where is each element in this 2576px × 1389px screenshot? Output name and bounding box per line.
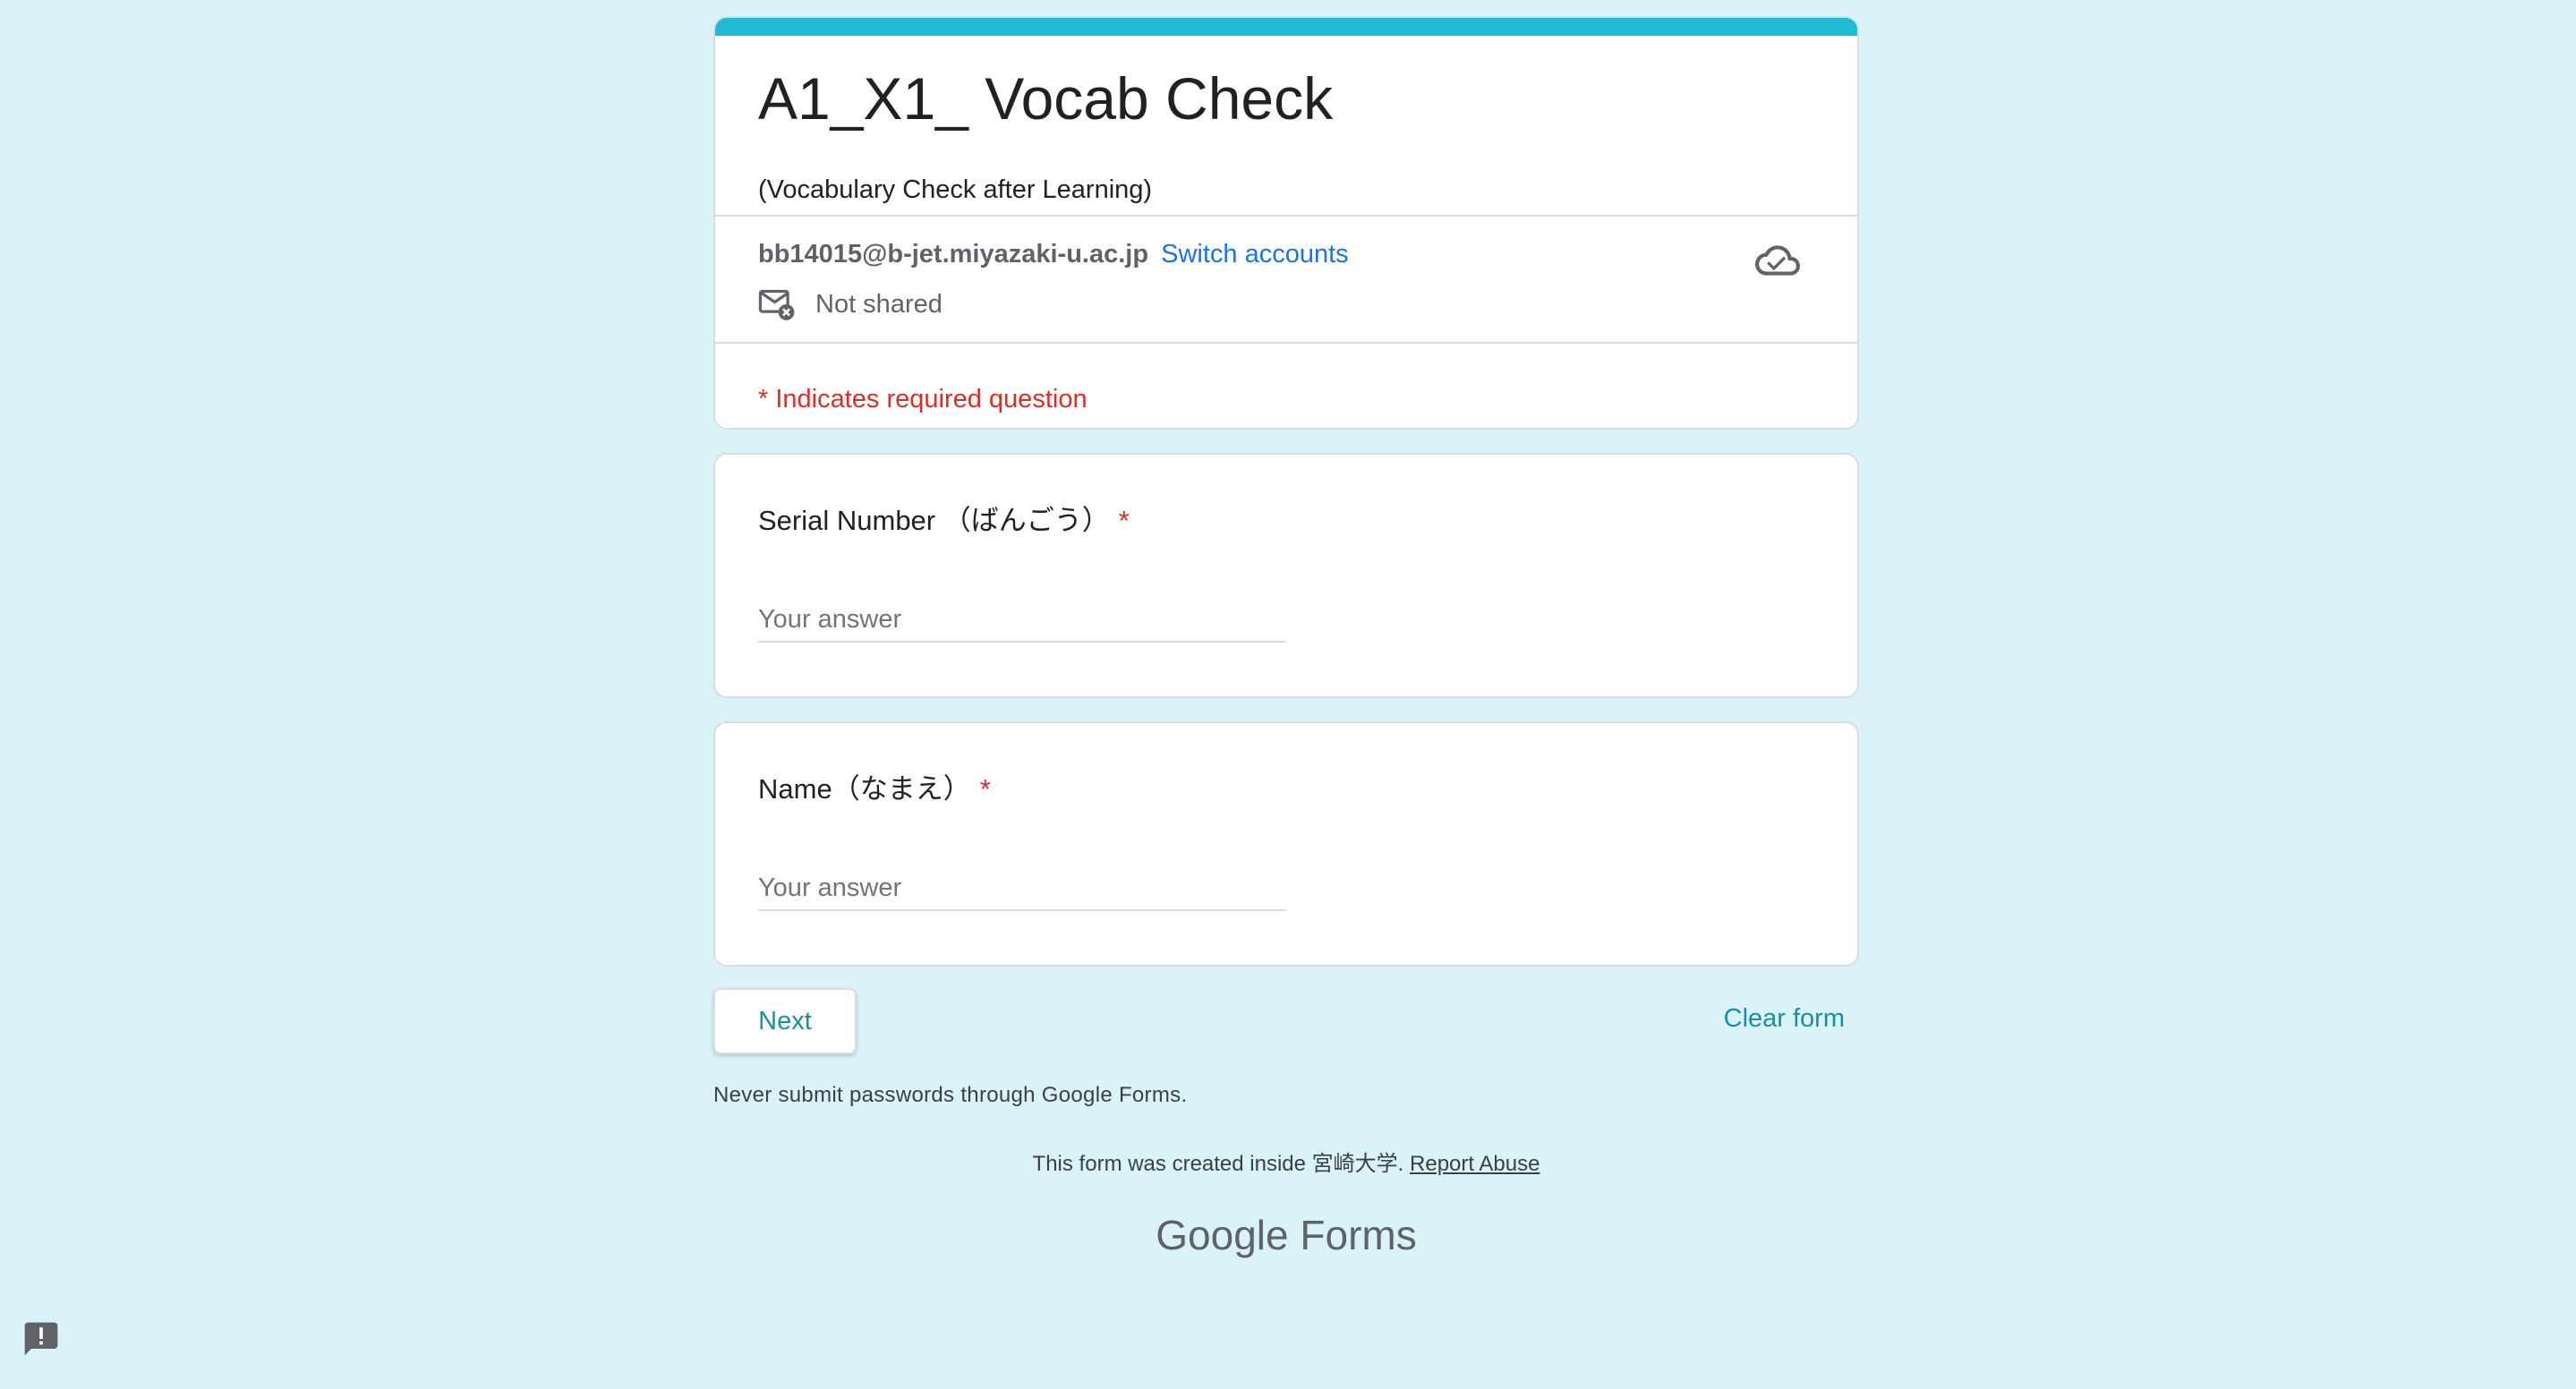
created-inside-note: This form was created inside 宮崎大学. Repor…	[713, 1146, 1859, 1177]
form-title: A1_X1_ Vocab Check	[758, 65, 1334, 132]
form-page: A1_X1_ Vocab Check (Vocabulary Check aft…	[713, 16, 1859, 1259]
question-card-serial-number: Serial Number （ばんごう） *	[713, 453, 1859, 698]
form-description: (Vocabulary Check after Learning)	[758, 175, 1153, 204]
question-card-name: Name（なまえ） *	[713, 721, 1859, 967]
form-header-card: A1_X1_ Vocab Check (Vocabulary Check aft…	[713, 16, 1859, 430]
not-shared-row: Not shared	[758, 285, 943, 324]
account-row: bb14015@b-jet.miyazaki-u.ac.jp Switch ac…	[758, 236, 1349, 272]
feedback-icon[interactable]	[21, 1319, 61, 1359]
required-asterisk: *	[979, 773, 991, 805]
mail-not-shared-icon	[758, 289, 795, 320]
name-input[interactable]	[758, 866, 1286, 911]
not-shared-label: Not shared	[815, 289, 943, 319]
accent-bar	[715, 18, 1857, 36]
next-button[interactable]: Next	[713, 988, 857, 1054]
account-email: bb14015@b-jet.miyazaki-u.ac.jp	[758, 240, 1149, 268]
password-warning: Never submit passwords through Google Fo…	[713, 1083, 1188, 1107]
required-note: * Indicates required question	[758, 385, 1088, 413]
serial-number-input[interactable]	[758, 598, 1286, 643]
cloud-check-icon[interactable]	[1755, 238, 1800, 283]
logo-google-text: Google	[1156, 1212, 1289, 1258]
clear-form-button[interactable]: Clear form	[1724, 1004, 1845, 1034]
google-forms-logo[interactable]: Google Forms	[713, 1211, 1859, 1259]
required-asterisk: *	[1118, 505, 1130, 536]
question-title: Name（なまえ） *	[758, 770, 991, 809]
question-label-text: Serial Number （ばんごう）	[758, 505, 1110, 536]
question-title: Serial Number （ばんごう） *	[758, 501, 1130, 541]
header-divider-top	[715, 215, 1857, 217]
created-inside-text: This form was created inside 宮崎大学.	[1032, 1152, 1404, 1176]
report-abuse-link[interactable]: Report Abuse	[1410, 1152, 1540, 1176]
switch-accounts-link[interactable]: Switch accounts	[1161, 240, 1349, 268]
header-divider-bottom	[715, 342, 1857, 344]
logo-forms-text: Forms	[1300, 1212, 1417, 1258]
form-actions: Next Clear form	[713, 988, 1859, 1056]
question-label-text: Name（なまえ）	[758, 773, 971, 805]
